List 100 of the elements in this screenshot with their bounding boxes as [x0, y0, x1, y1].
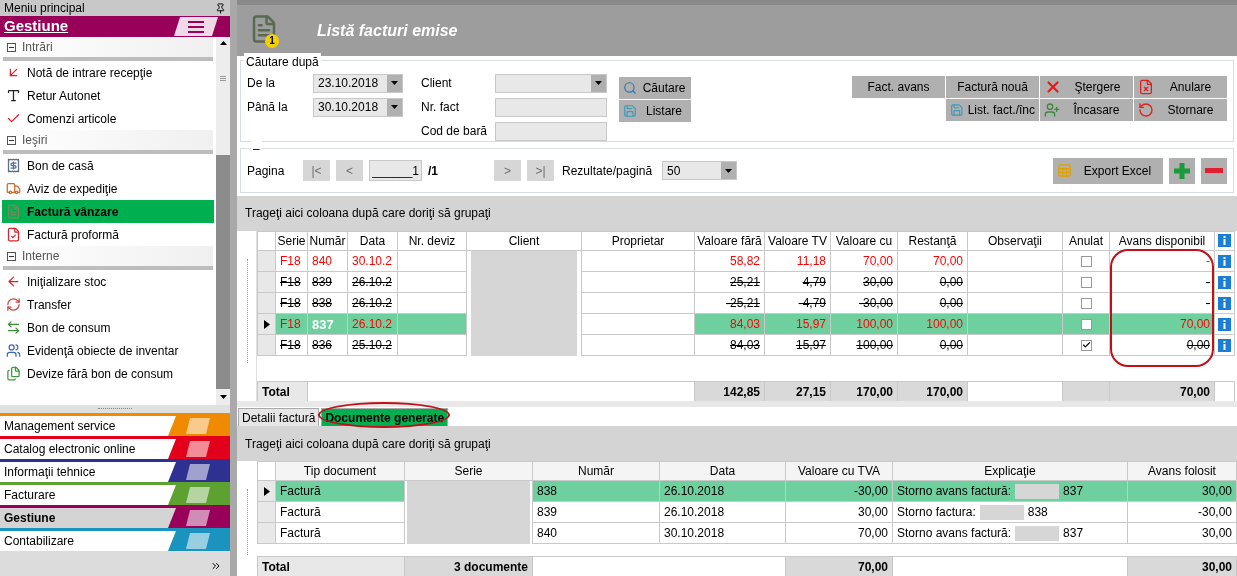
- date-field[interactable]: 30.10.2018: [313, 97, 403, 117]
- dropdown-icon[interactable]: [595, 81, 602, 86]
- module-tab[interactable]: Facturare: [0, 482, 230, 505]
- table-cell: 30.10.2: [347, 250, 398, 272]
- table-cell: 84,03: [694, 313, 765, 335]
- module-tab[interactable]: Catalog electronic online: [0, 436, 230, 459]
- column-header[interactable]: Valoare fără: [694, 231, 765, 251]
- column-header[interactable]: Client: [466, 231, 582, 251]
- menu-item[interactable]: Devize fără bon de consum: [2, 362, 214, 385]
- module-tab[interactable]: Gestiune: [0, 505, 230, 528]
- column-header[interactable]: Număr: [532, 461, 660, 481]
- column-header[interactable]: Data: [347, 231, 398, 251]
- column-header[interactable]: Avans folosit: [1127, 461, 1237, 481]
- tab[interactable]: Documente generate: [321, 408, 449, 427]
- dropdown-icon[interactable]: [725, 168, 732, 173]
- column-header[interactable]: Valoare cu TVA: [785, 461, 893, 481]
- column-header[interactable]: Avans disponibil: [1109, 231, 1215, 251]
- collapse-icon[interactable]: [7, 42, 16, 52]
- group-header[interactable]: Ieşiri: [3, 130, 213, 154]
- search-button[interactable]: Căutare: [619, 77, 691, 100]
- group-header[interactable]: Interne: [3, 246, 213, 270]
- info-icon[interactable]: [1218, 254, 1231, 268]
- column-header[interactable]: Restanţă: [897, 231, 968, 251]
- badge: 1: [265, 33, 279, 48]
- column-header[interactable]: Anulat: [1062, 231, 1110, 251]
- info-icon[interactable]: [1218, 275, 1231, 289]
- action-button[interactable]: Stornare: [1134, 99, 1227, 122]
- column-header[interactable]: Explicaţie: [892, 461, 1128, 481]
- info-icon[interactable]: [1218, 317, 1231, 331]
- tab[interactable]: Detalii factură: [238, 408, 320, 427]
- page-size-select[interactable]: 50: [662, 161, 737, 181]
- group-panel: Trageţi aici coloana după care doriţi să grupaţi: [237, 426, 1237, 461]
- menu-item[interactable]: Factură vânzare: [2, 200, 214, 223]
- print-button[interactable]: Listare: [619, 100, 691, 123]
- module-tab[interactable]: Informaţii tehnice: [0, 459, 230, 482]
- module-emblem-icon: [168, 462, 230, 482]
- collapse-icon[interactable]: [7, 251, 16, 261]
- action-button[interactable]: List. fact./înc: [946, 99, 1039, 122]
- table-cell: -25,21: [694, 292, 765, 314]
- group-header[interactable]: Intrări: [3, 37, 213, 61]
- column-header[interactable]: Valoare TV: [764, 231, 831, 251]
- column-header[interactable]: Tip document: [275, 461, 405, 481]
- action-button[interactable]: Fact. avans: [852, 76, 945, 99]
- column-header[interactable]: Valoare cu: [830, 231, 898, 251]
- page-field[interactable]: ______1: [369, 160, 422, 182]
- menu-item[interactable]: Comenzi articole: [2, 107, 214, 130]
- action-button[interactable]: Ştergere: [1040, 76, 1133, 99]
- menu-item[interactable]: Bon de casă: [2, 154, 214, 177]
- module-emblem-icon: [168, 531, 230, 551]
- checkbox[interactable]: [1080, 276, 1092, 288]
- date-field[interactable]: 23.10.2018: [313, 73, 403, 93]
- column-header[interactable]: Nr. deviz: [397, 231, 467, 251]
- table-cell: 100,00: [897, 313, 968, 335]
- checkbox[interactable]: [1080, 297, 1092, 309]
- action-button[interactable]: Încasare: [1040, 99, 1133, 122]
- table-cell: 25.10.2: [347, 334, 398, 356]
- info-icon[interactable]: [1218, 338, 1231, 352]
- checkbox[interactable]: [1080, 255, 1092, 267]
- info-icon[interactable]: [1218, 296, 1231, 310]
- client-field[interactable]: [495, 73, 607, 93]
- export-button[interactable]: Export Excel: [1053, 157, 1163, 184]
- checkbox[interactable]: [1080, 318, 1092, 330]
- menu-item[interactable]: Bon de consum: [2, 316, 214, 339]
- column-header[interactable]: Proprietar: [581, 231, 695, 251]
- scroll-down-icon[interactable]: [219, 395, 227, 399]
- table-cell: 838: [532, 480, 660, 502]
- column-header[interactable]: Număr: [307, 231, 348, 251]
- document-x-icon: [1138, 79, 1154, 96]
- action-button[interactable]: Anulare: [1134, 76, 1227, 99]
- table-cell: 26.10.2018: [659, 502, 786, 523]
- menu-item[interactable]: Notă de intrare recepţie: [2, 61, 214, 84]
- add-button[interactable]: [1169, 157, 1195, 184]
- info-icon[interactable]: [1218, 234, 1231, 248]
- column-header[interactable]: Serie: [275, 231, 308, 251]
- menu-item[interactable]: Evidenţă obiecte de inventar: [2, 339, 214, 362]
- barcode-field[interactable]: [495, 121, 607, 141]
- menu-item[interactable]: Transfer: [2, 293, 214, 316]
- column-header[interactable]: Serie: [404, 461, 533, 481]
- invoice-number-field[interactable]: [495, 97, 607, 117]
- module-tab[interactable]: Management service: [0, 413, 230, 436]
- menu-item[interactable]: Iniţializare stoc: [2, 270, 214, 293]
- menu-item[interactable]: Aviz de expediţie: [2, 177, 214, 200]
- pin-icon[interactable]: [215, 2, 226, 14]
- dropdown-icon[interactable]: [391, 105, 398, 110]
- more-icon[interactable]: [210, 560, 222, 572]
- field-label: Nr. fact: [420, 99, 460, 117]
- scrollbar[interactable]: [216, 37, 230, 405]
- collapse-icon[interactable]: [7, 135, 16, 145]
- dropdown-icon[interactable]: [391, 81, 398, 86]
- column-header[interactable]: Observaţii: [967, 231, 1063, 251]
- table-cell: 26.10.2: [347, 313, 398, 335]
- menu-item[interactable]: Retur Autonet: [2, 84, 214, 107]
- explanation-text: Storno avans factură:: [897, 483, 1012, 501]
- checkbox[interactable]: [1080, 339, 1092, 351]
- column-header[interactable]: Data: [659, 461, 786, 481]
- module-tab[interactable]: Contabilizare: [0, 528, 230, 551]
- menu-item[interactable]: Factură proformă: [2, 223, 214, 246]
- action-button[interactable]: Factură nouă: [946, 76, 1039, 99]
- scroll-up-icon[interactable]: [219, 41, 227, 45]
- remove-button[interactable]: [1201, 157, 1227, 184]
